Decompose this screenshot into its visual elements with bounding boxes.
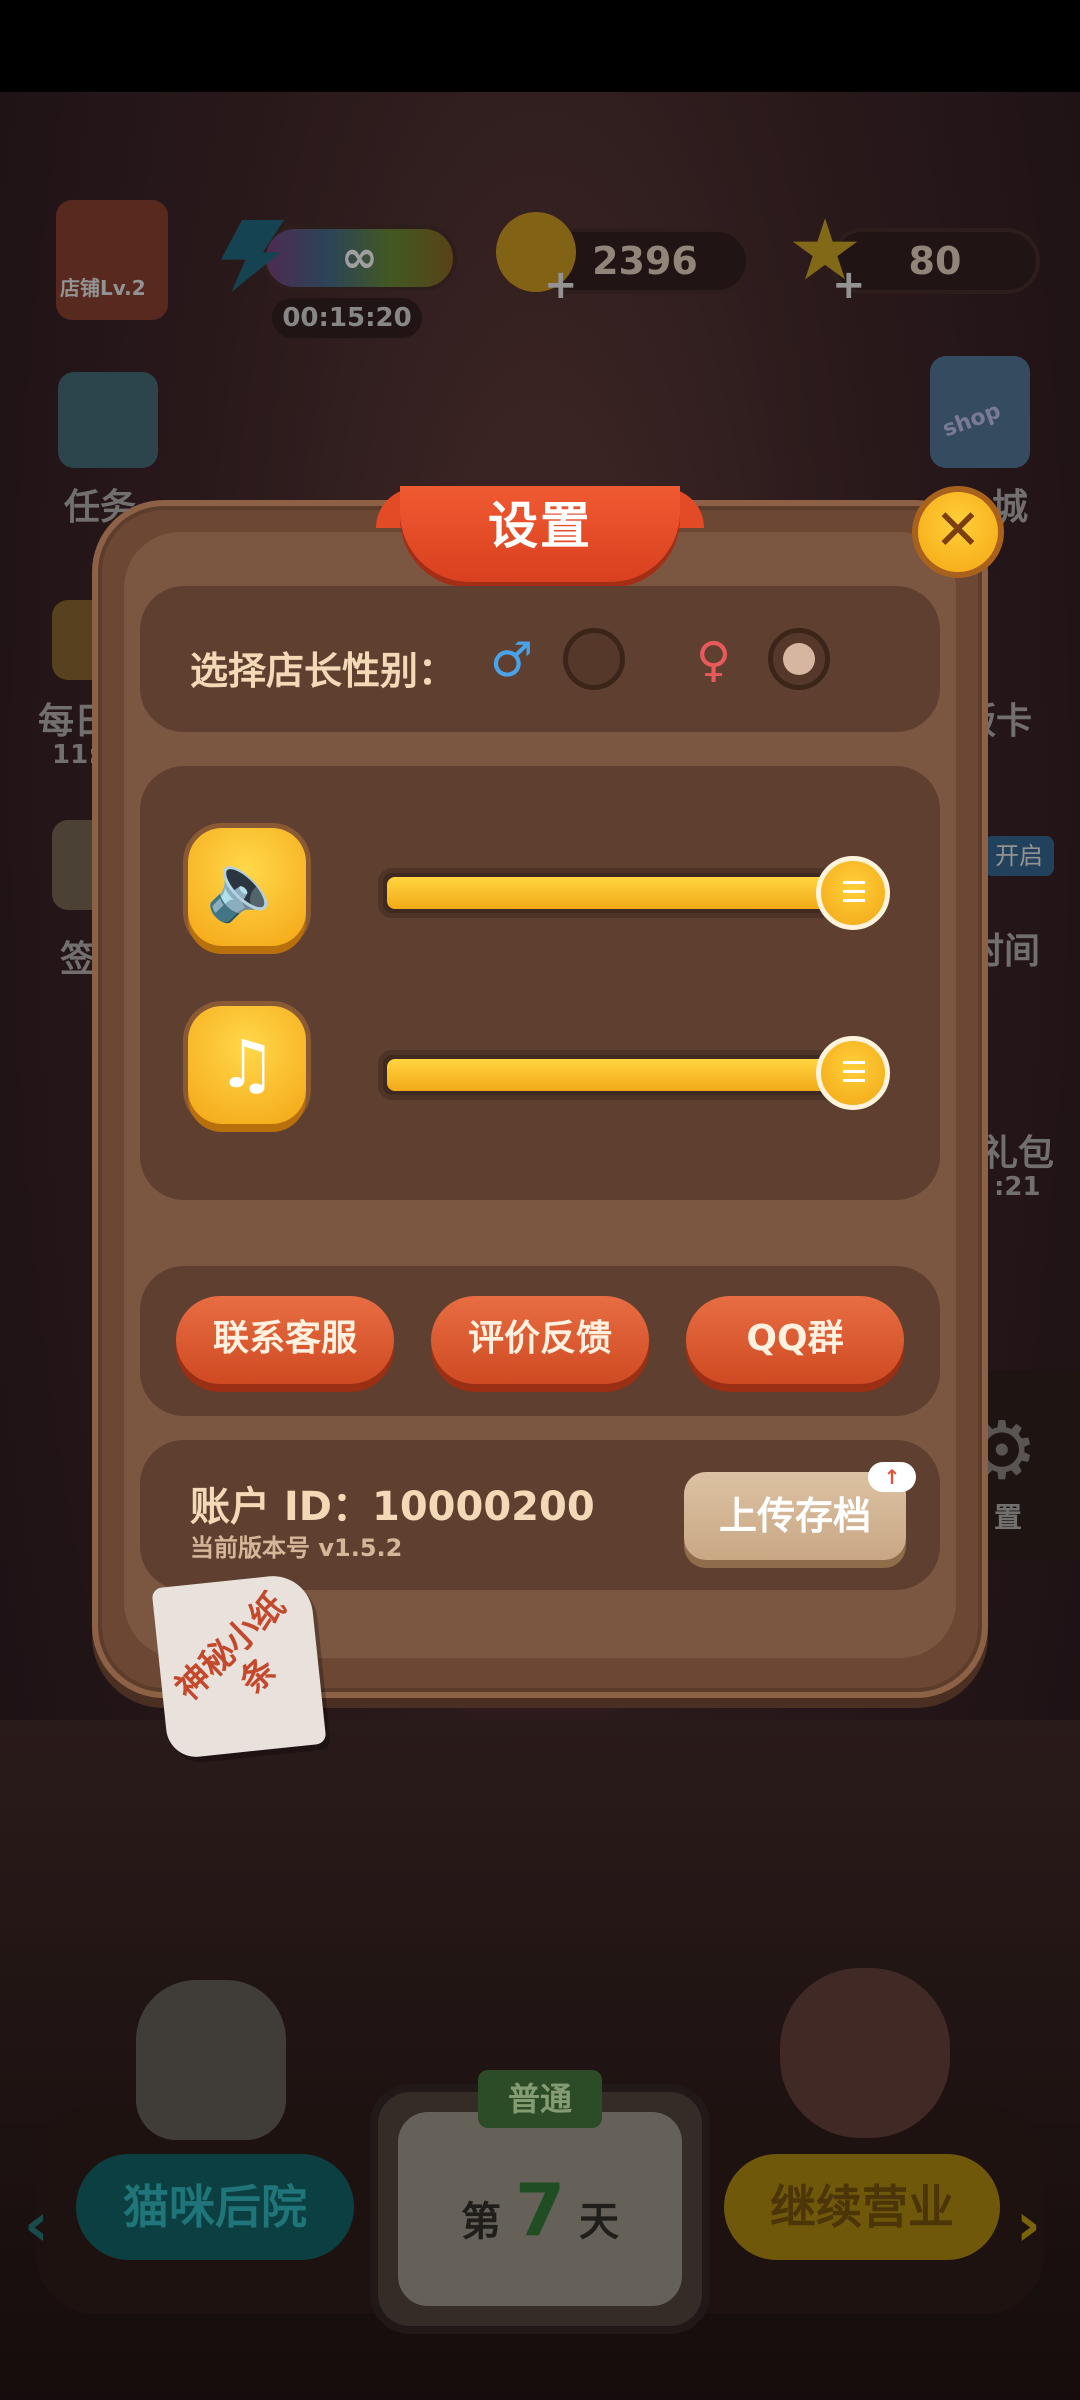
male-icon: ♂ — [490, 632, 534, 688]
settings-title: 设置 — [400, 486, 680, 582]
female-radio[interactable] — [768, 628, 830, 690]
status-bar — [0, 0, 1080, 92]
male-radio[interactable] — [563, 628, 625, 690]
music-volume-fill — [387, 1059, 853, 1091]
sound-slider-handle[interactable] — [816, 856, 890, 930]
handle-grip-icon — [843, 881, 865, 884]
contact-support-button[interactable]: 联系客服 — [176, 1296, 394, 1384]
sound-toggle-button[interactable]: 🔈 — [188, 828, 306, 946]
music-toggle-button[interactable]: ♫ — [188, 1006, 306, 1124]
music-volume-slider[interactable] — [378, 1050, 878, 1100]
sound-volume-slider[interactable] — [378, 868, 878, 918]
music-slider-handle[interactable] — [816, 1036, 890, 1110]
cloud-upload-icon: ↑ — [868, 1462, 916, 1492]
qq-group-button[interactable]: QQ群 — [686, 1296, 904, 1384]
account-id: 账户 ID：10000200 — [190, 1484, 595, 1530]
speaker-icon: 🔈 — [205, 848, 289, 925]
close-icon: ✕ — [934, 498, 982, 563]
close-button[interactable]: ✕ — [912, 486, 1004, 578]
mystery-note[interactable]: 神秘小纸条 — [151, 1572, 327, 1760]
rate-feedback-button[interactable]: 评价反馈 — [431, 1296, 649, 1384]
female-radio-selected-dot — [783, 643, 815, 675]
version-label: 当前版本号 v1.5.2 — [190, 1534, 403, 1562]
music-note-icon: ♫ — [217, 1026, 277, 1103]
gender-label: 选择店长性别： — [190, 649, 457, 693]
female-icon: ♀ — [696, 632, 732, 688]
mystery-note-label: 神秘小纸条 — [167, 1585, 294, 1709]
sound-volume-fill — [387, 877, 853, 909]
handle-grip-icon — [843, 1061, 865, 1064]
